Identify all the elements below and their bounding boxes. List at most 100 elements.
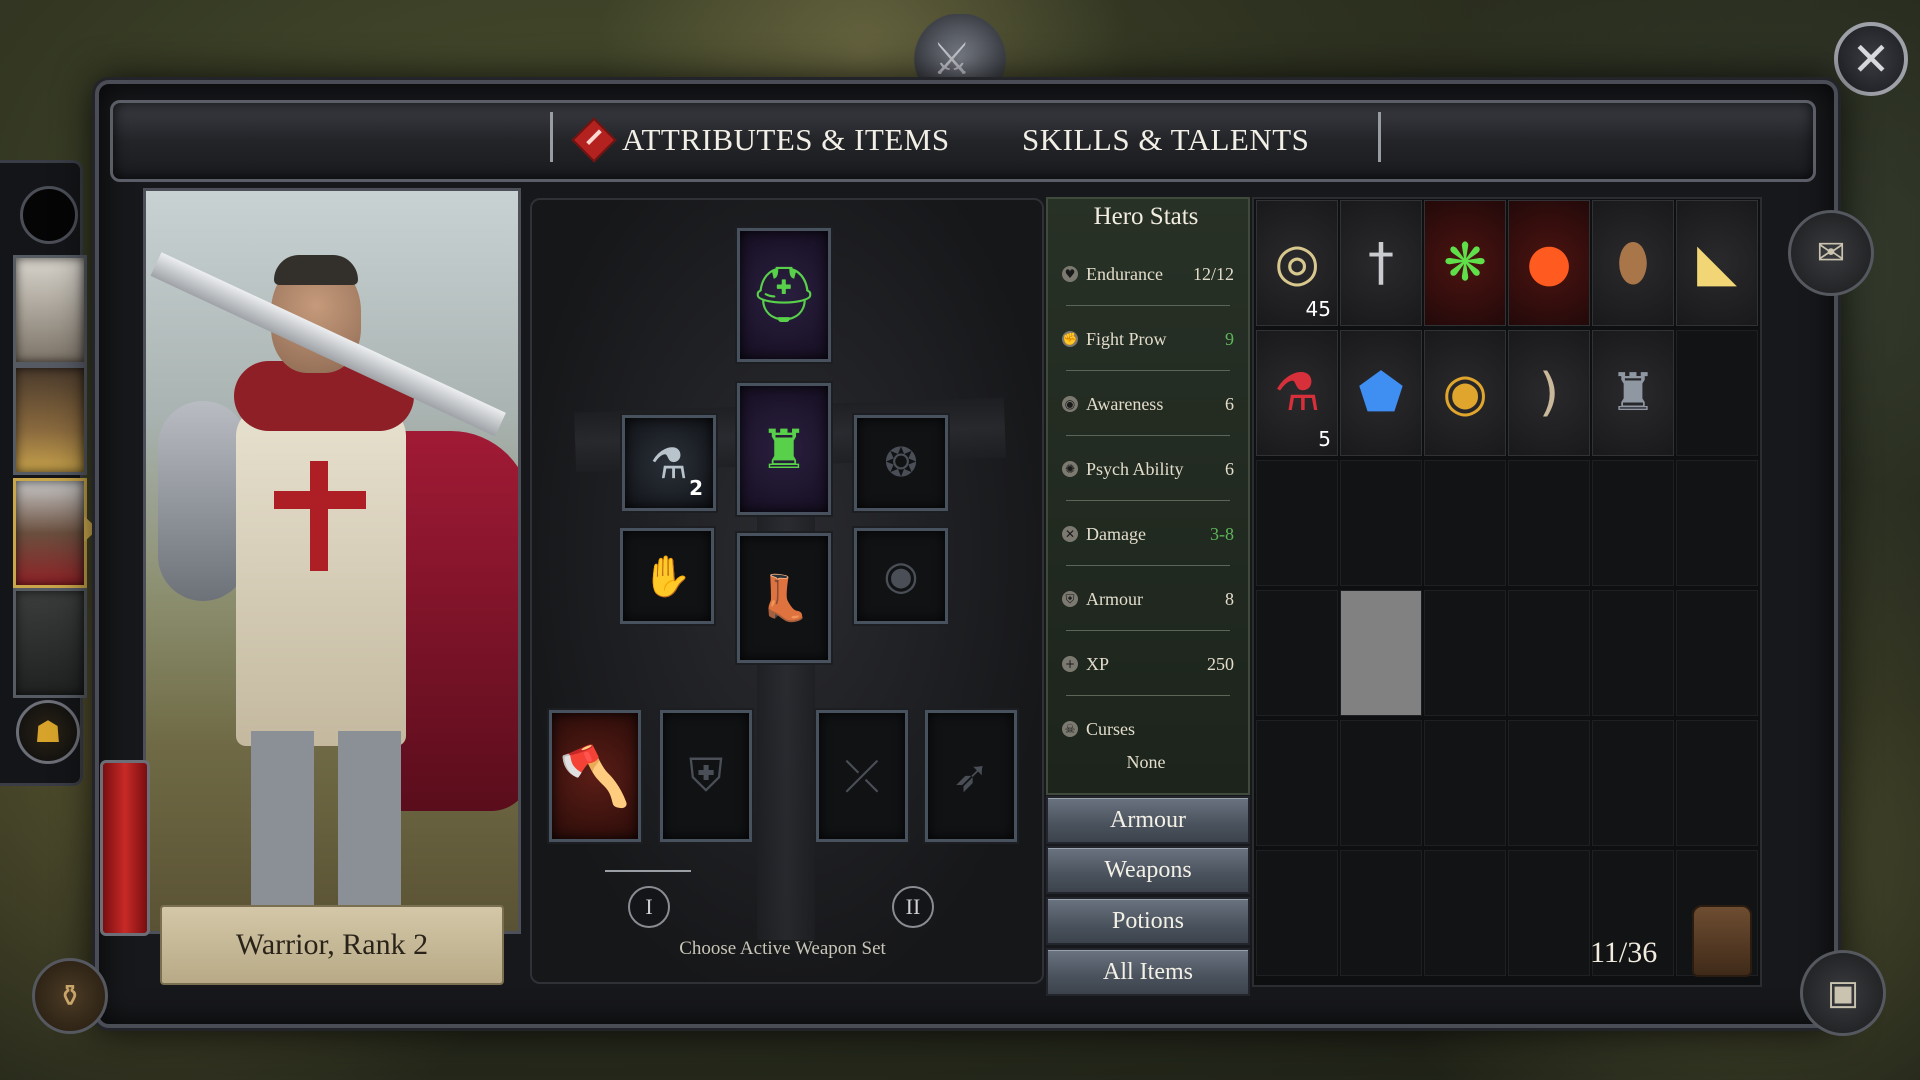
filter-weapons-button[interactable]: Weapons xyxy=(1046,846,1250,894)
computer-icon[interactable]: ▣ xyxy=(1800,950,1886,1036)
inventory-slot-cheese[interactable]: ◣ xyxy=(1676,200,1758,326)
shield-icon: ⛨ xyxy=(1062,591,1078,607)
blue-gem-icon: ⬟ xyxy=(1358,363,1404,423)
fire-orb-icon: ● xyxy=(1526,233,1572,293)
inventory-slot-chainmail[interactable]: ♜ xyxy=(1592,330,1674,456)
item-quantity: 5 xyxy=(1318,427,1331,451)
inventory-slot-empty[interactable] xyxy=(1424,850,1506,976)
hero-arm xyxy=(158,401,248,601)
inventory-slot-empty[interactable] xyxy=(1508,460,1590,586)
weapon-set-1-offhand-slot[interactable]: ⛨ xyxy=(660,710,752,842)
inventory-slot-empty[interactable] xyxy=(1424,460,1506,586)
skull-icon: ☠ xyxy=(1062,721,1078,737)
amulet-slot[interactable]: ❂ xyxy=(854,415,948,511)
inventory-slot-gold-coin[interactable]: ◉ xyxy=(1424,330,1506,456)
quiver-icon: ➶ xyxy=(952,750,990,802)
inventory-slot-fire-orb[interactable]: ● xyxy=(1508,200,1590,326)
stat-psych-ability: ✺ Psych Ability 6 xyxy=(1062,451,1234,487)
stat-label: Fight Prow xyxy=(1086,328,1167,349)
inventory-slot-red-potion[interactable]: ⚗ 5 xyxy=(1256,330,1338,456)
weapon-set-2-button[interactable]: II xyxy=(892,886,934,928)
shield-outline-icon: ⛨ xyxy=(688,748,724,802)
inventory-slot-empty[interactable] xyxy=(1508,590,1590,716)
inventory-slot-empty[interactable] xyxy=(1256,850,1338,976)
coins-icon: ◎ xyxy=(1274,233,1320,293)
potion-flask-icon: ⚗ xyxy=(650,438,688,488)
tab-attributes-label: ATTRIBUTES & ITEMS xyxy=(622,122,950,157)
weapon-set-1-main-slot[interactable]: 🪓 xyxy=(549,710,641,842)
inventory-slot-empty[interactable] xyxy=(1256,720,1338,846)
green-helmet-icon: ⛑ xyxy=(749,263,819,326)
inventory-slot-empty[interactable] xyxy=(1256,460,1338,586)
inventory-slot-empty[interactable] xyxy=(1592,720,1674,846)
stat-value: 9 xyxy=(1225,328,1234,349)
stat-divider xyxy=(1066,565,1230,566)
empty-party-slot[interactable] xyxy=(20,186,78,244)
filter-potions-button[interactable]: Potions xyxy=(1046,897,1250,945)
inventory-slot-empty[interactable] xyxy=(1592,460,1674,586)
tab-attributes-items[interactable]: ATTRIBUTES & ITEMS xyxy=(571,114,950,166)
stat-value: 6 xyxy=(1225,458,1234,479)
inventory-slot-empty[interactable] xyxy=(1256,590,1338,716)
party-portrait-elder[interactable] xyxy=(13,255,87,365)
backpack-icon[interactable]: ⚱ xyxy=(32,958,108,1034)
inventory-slot-bread[interactable]: ⬮ xyxy=(1592,200,1674,326)
tab-separator-right xyxy=(1378,112,1381,162)
helmet-slot[interactable]: ⛑ xyxy=(737,228,831,362)
potion-slot[interactable]: ⚗ 2 xyxy=(622,415,716,511)
green-armour-icon: ♜ xyxy=(759,417,809,481)
tab-skills-talents[interactable]: SKILLS & TALENTS xyxy=(1022,114,1309,166)
golden-axe-icon: 🪓 xyxy=(558,741,632,810)
weapon-set-2-offhand-slot[interactable]: ➶ xyxy=(925,710,1017,842)
inventory-slot-empty[interactable] xyxy=(1676,590,1758,716)
inventory-slot-empty[interactable] xyxy=(1508,720,1590,846)
inventory-slot-empty[interactable] xyxy=(1676,720,1758,846)
boots-icon: 👢 xyxy=(756,573,812,624)
inventory-slot-coins[interactable]: ◎ 45 xyxy=(1256,200,1338,326)
inventory-slot-empty[interactable] xyxy=(1340,850,1422,976)
inventory-slot-empty[interactable] xyxy=(1340,720,1422,846)
gloves-slot[interactable]: ✋ xyxy=(620,528,714,624)
stat-divider xyxy=(1066,630,1230,631)
inventory-slot-empty[interactable] xyxy=(1340,590,1422,716)
inventory-slot-empty[interactable] xyxy=(1340,460,1422,586)
inventory-slot-empty[interactable] xyxy=(1508,850,1590,976)
inventory-slot-empty[interactable] xyxy=(1424,590,1506,716)
party-portrait-hooded[interactable] xyxy=(13,588,87,698)
close-button[interactable]: ✕ xyxy=(1834,22,1908,96)
inventory-slot-empty[interactable] xyxy=(1424,720,1506,846)
hero-hair xyxy=(274,255,358,285)
inventory-slot-bow[interactable]: ) xyxy=(1508,330,1590,456)
fist-icon: ✊ xyxy=(1062,331,1078,347)
bag-icon[interactable] xyxy=(1692,905,1752,977)
filter-all-items-button[interactable]: All Items xyxy=(1046,948,1250,996)
boots-slot[interactable]: 👢 xyxy=(737,533,831,663)
stat-fight-prow: ✊ Fight Prow 9 xyxy=(1062,321,1234,357)
eye-icon: ◉ xyxy=(1062,396,1078,412)
filter-armour-button[interactable]: Armour xyxy=(1046,796,1250,844)
stat-divider xyxy=(1066,435,1230,436)
ring-icon: ◉ xyxy=(883,553,919,599)
red-potion-icon: ⚗ xyxy=(1273,363,1321,423)
ring-slot[interactable]: ◉ xyxy=(854,528,948,624)
party-portrait-woman[interactable] xyxy=(13,365,87,475)
inventory-slot-blue-gem[interactable]: ⬟ xyxy=(1340,330,1422,456)
map-scroll-icon[interactable]: ✉ xyxy=(1788,210,1874,296)
crossed-swords-icon: ✕ xyxy=(1062,526,1078,542)
inventory-slot-empty[interactable] xyxy=(1676,330,1758,456)
inventory-slot-empty[interactable] xyxy=(1676,460,1758,586)
hood-icon[interactable]: ☗ xyxy=(16,700,80,764)
stat-divider xyxy=(1066,370,1230,371)
inventory-slot-empty[interactable] xyxy=(1592,590,1674,716)
party-portrait-warrior[interactable] xyxy=(13,478,87,588)
hero-tabard xyxy=(236,406,406,746)
inventory-slot-dagger[interactable]: † xyxy=(1340,200,1422,326)
choose-weapon-set-label: Choose Active Weapon Set xyxy=(679,938,886,959)
heart-shield-icon: ♥ xyxy=(1062,266,1078,282)
weapon-set-2-main-slot[interactable]: ⤫ xyxy=(816,710,908,842)
body-armour-slot[interactable]: ♜ xyxy=(737,383,831,515)
weapon-set-1-button[interactable]: I xyxy=(628,886,670,928)
item-quantity: 45 xyxy=(1305,297,1331,321)
inventory-slot-green-rune[interactable]: ❋ xyxy=(1424,200,1506,326)
hero-legs xyxy=(251,731,401,921)
